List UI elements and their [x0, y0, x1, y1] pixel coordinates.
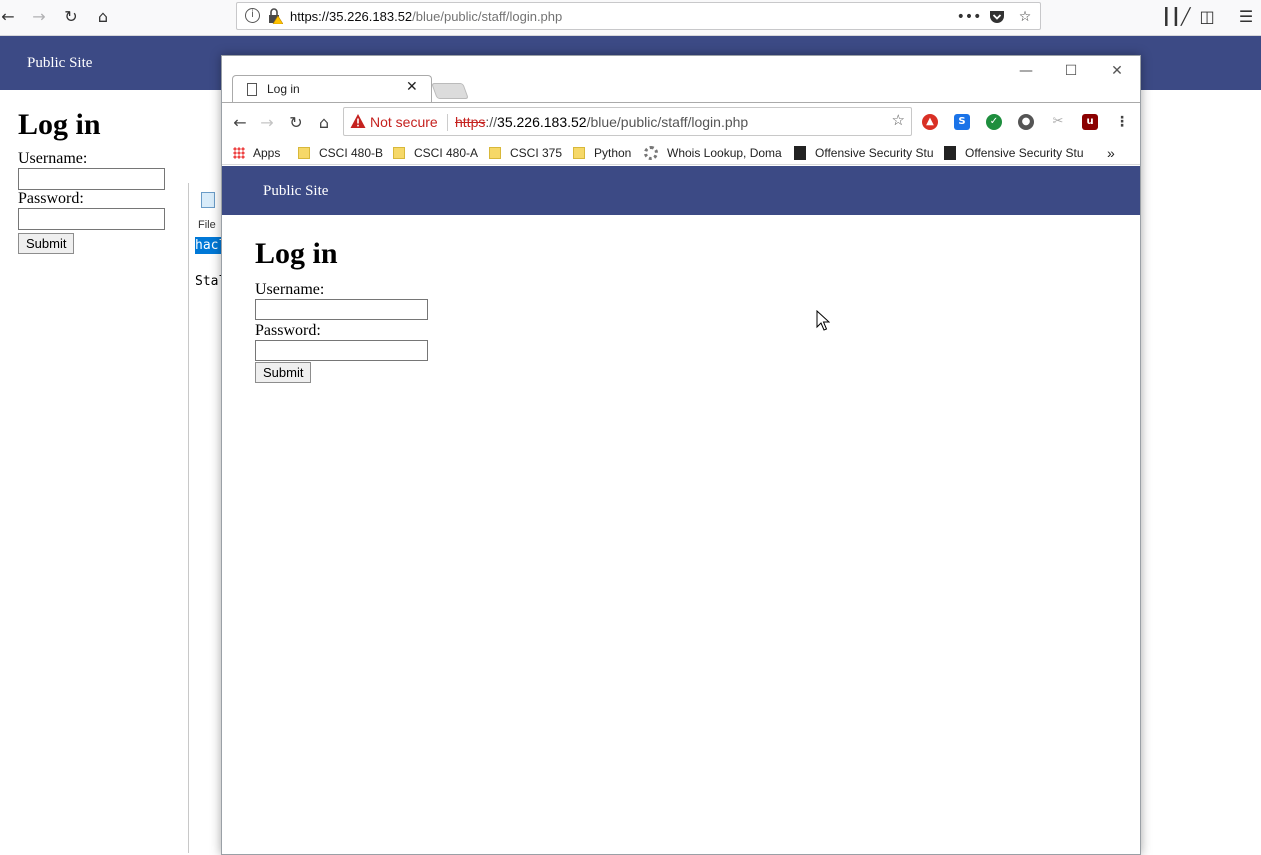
tab-log-in[interactable]: Log in ✕	[232, 75, 432, 103]
chrome-tabstrip: Log in ✕ — ☐ ✕	[222, 56, 1140, 103]
forward-icon[interactable]: →	[256, 111, 278, 133]
bookmark-star-icon[interactable]: ☆	[1015, 7, 1035, 27]
chrome-omnibox[interactable]: Not secure https://35.226.183.52/blue/pu…	[343, 107, 912, 136]
chrome-menu-icon[interactable]: ⋮	[1114, 114, 1130, 130]
bookmark-apps[interactable]: Apps	[233, 145, 280, 161]
password-label: Password:	[255, 322, 321, 339]
bookmarks-overflow-icon[interactable]: »	[1107, 145, 1115, 161]
close-tab-icon[interactable]: ✕	[406, 79, 418, 95]
minimize-icon[interactable]: —	[1004, 60, 1048, 82]
close-window-icon[interactable]: ✕	[1095, 60, 1139, 82]
firefox-toolbar: ← → ↻ ⌂ i https://35.226.183.52/blue/pub…	[0, 0, 1261, 36]
chrome-toolbar: ← → ↻ ⌂ Not secure https://35.226.183.52…	[222, 103, 1140, 141]
more-icon[interactable]: •••	[957, 7, 982, 27]
gear-icon	[644, 146, 658, 160]
sidebar-icon[interactable]: ◫	[1193, 4, 1221, 28]
offensive-security-icon	[944, 146, 956, 160]
back-icon[interactable]: ←	[229, 111, 251, 133]
omnibox-separator	[447, 114, 448, 131]
submit-button[interactable]: Submit	[255, 362, 312, 383]
back-icon[interactable]: ←	[0, 4, 22, 28]
pocket-icon[interactable]	[987, 7, 1007, 27]
public-site-link[interactable]: Public Site	[263, 183, 328, 200]
notepad-menu-file[interactable]: File	[198, 219, 216, 231]
bookmark-csci-480-a[interactable]: CSCI 480-A	[393, 145, 478, 161]
chrome-url-text: https://35.226.183.52/blue/public/staff/…	[455, 114, 749, 130]
scissors-icon[interactable]: ✂	[1050, 114, 1066, 130]
extension-check-icon[interactable]: ✓	[986, 114, 1002, 130]
bookmark-offensive-security-1[interactable]: Offensive Security Stu	[794, 145, 934, 161]
ublock-icon[interactable]: u	[1082, 114, 1098, 130]
bookmarks-bar: Apps CSCI 480-B CSCI 480-A CSCI 375 Pyth…	[222, 141, 1140, 165]
front-site-header: Public Site	[222, 166, 1140, 215]
password-input[interactable]	[18, 208, 165, 230]
notepad-icon	[201, 192, 215, 208]
public-site-link[interactable]: Public Site	[27, 55, 92, 72]
reload-icon[interactable]: ↻	[285, 111, 307, 133]
extension-s-icon[interactable]: S	[954, 114, 970, 130]
maximize-icon[interactable]: ☐	[1049, 60, 1093, 82]
bookmark-whois-lookup[interactable]: Whois Lookup, Doma	[644, 145, 784, 161]
warning-icon[interactable]	[350, 113, 366, 129]
offensive-security-icon	[794, 146, 806, 160]
password-input[interactable]	[255, 340, 428, 361]
submit-button[interactable]: Submit	[18, 233, 75, 254]
bookmark-python[interactable]: Python	[573, 145, 631, 161]
bookmark-csci-375[interactable]: CSCI 375	[489, 145, 562, 161]
library-icon[interactable]: ┃┃╱	[1162, 4, 1191, 28]
extension-shield-icon[interactable]: ▲	[922, 114, 938, 130]
info-icon[interactable]: i	[245, 8, 260, 23]
bookmark-star-icon[interactable]: ☆	[892, 111, 905, 129]
insecure-lock-icon[interactable]	[267, 8, 283, 24]
front-login-form: Log in Username: Password: Submit	[255, 237, 428, 383]
folder-icon	[573, 147, 585, 159]
chrome-window: Log in ✕ — ☐ ✕ ← → ↻ ⌂ Not secure https:…	[221, 55, 1141, 855]
username-label: Username:	[18, 150, 88, 167]
username-input[interactable]	[255, 299, 428, 320]
mouse-cursor-icon	[816, 310, 830, 331]
folder-icon	[489, 147, 501, 159]
forward-icon[interactable]: →	[25, 4, 53, 28]
tab-title: Log in	[267, 82, 300, 96]
bookmark-csci-480-b[interactable]: CSCI 480-B	[298, 145, 383, 161]
folder-icon	[393, 147, 405, 159]
new-tab-button[interactable]	[431, 83, 469, 99]
evernote-icon[interactable]: ●	[1018, 114, 1034, 130]
home-icon[interactable]: ⌂	[89, 4, 117, 28]
username-input[interactable]	[18, 168, 165, 190]
folder-icon	[298, 147, 310, 159]
menu-icon[interactable]: ☰	[1232, 4, 1260, 28]
reload-icon[interactable]: ↻	[57, 4, 85, 28]
page-title: Log in	[255, 237, 338, 270]
firefox-url-text: https://35.226.183.52/blue/public/staff/…	[290, 9, 563, 24]
back-login-form: Log in Username: Password: Submit	[18, 108, 165, 254]
page-title: Log in	[18, 108, 101, 141]
apps-grid-icon	[233, 147, 245, 159]
firefox-url-bar[interactable]: i https://35.226.183.52/blue/public/staf…	[236, 2, 1041, 30]
password-label: Password:	[18, 190, 84, 207]
home-icon[interactable]: ⌂	[313, 111, 335, 133]
username-label: Username:	[255, 281, 325, 298]
page-icon	[247, 83, 257, 96]
not-secure-label[interactable]: Not secure	[370, 114, 438, 130]
bookmark-offensive-security-2[interactable]: Offensive Security Stu	[944, 145, 1084, 161]
